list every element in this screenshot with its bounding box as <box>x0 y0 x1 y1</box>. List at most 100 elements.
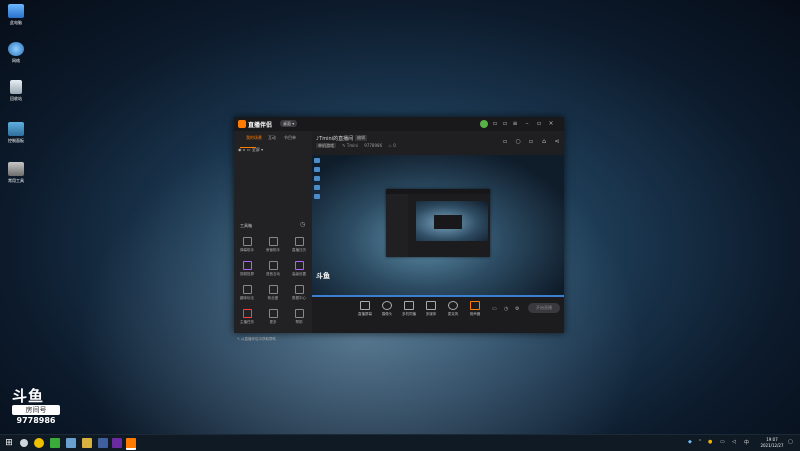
message-icon[interactable]: ▫ <box>502 121 508 127</box>
live-companion-window: 直播伴侣 桌面 ▾ ▫ ▫ ≡ – ▫ × 我的场景 互动 节目单 ◉ ▫ ▭ … <box>234 117 564 341</box>
left-panel: 我的场景 互动 节目单 ◉ ▫ ▭ 全屏 ▾ 工具箱 ◷ 弹幕助手 房管助手 直… <box>234 131 312 341</box>
share-icon[interactable]: ⋖ <box>554 139 560 145</box>
data-icon <box>294 285 304 294</box>
start-button[interactable]: ⊞ <box>4 438 14 448</box>
room-category[interactable]: 单机游戏 <box>316 143 336 148</box>
record-toggle-icon[interactable]: ▭ <box>492 306 497 312</box>
tool-label: 趣味玩法 <box>240 296 254 300</box>
avatar[interactable] <box>480 120 488 128</box>
source-media-button[interactable]: 多媒体 <box>420 301 442 317</box>
fans-icon <box>268 285 278 294</box>
tool-task[interactable]: 主播任务 <box>236 309 258 325</box>
start-live-button[interactable]: 开始直播 <box>528 303 560 313</box>
desktop-icon-tools[interactable]: 常用工具 <box>2 162 30 184</box>
tray-app-icon[interactable]: ● <box>708 439 712 445</box>
settings-icon <box>294 261 304 270</box>
tool-fans[interactable]: 粉丝团 <box>262 285 284 301</box>
source-camera-button[interactable]: 摄像头 <box>376 301 398 317</box>
toolbox-settings-icon[interactable]: ◷ <box>300 221 305 228</box>
file-explorer-icon[interactable] <box>82 438 92 448</box>
scene-name: 全屏 ▾ <box>251 147 264 152</box>
clock[interactable]: 19:07 2021/12/27 <box>760 437 784 449</box>
tools-icon <box>8 162 24 176</box>
desktop-icon-recycle-bin[interactable]: 回收站 <box>2 80 30 102</box>
room-edit-tag[interactable]: 编辑 <box>355 135 367 141</box>
recycle-bin-icon <box>10 80 22 94</box>
source-screen-button[interactable]: 直播屏幕 <box>354 301 376 317</box>
tool-play[interactable]: 趣味玩法 <box>236 285 258 301</box>
tool-danmaku[interactable]: 弹幕助手 <box>236 237 258 253</box>
screenshot-icon[interactable]: ▫ <box>502 139 508 145</box>
tray-bluetooth-icon[interactable]: ◆ <box>688 439 692 445</box>
stream-preview[interactable]: 斗鱼 <box>312 155 564 297</box>
tool-help[interactable]: 帮助 <box>288 309 310 325</box>
source-label: 摄像头 <box>381 312 393 316</box>
close-icon[interactable]: × <box>548 121 554 127</box>
room-number: 9778986 <box>364 143 383 148</box>
tab-interact[interactable]: 互动 <box>268 135 276 141</box>
tray-network-icon[interactable]: ▭ <box>720 439 725 445</box>
tool-data[interactable]: 数据中心 <box>288 285 310 301</box>
menu-icon[interactable]: ≡ <box>512 121 518 127</box>
tool-more[interactable]: 更多 <box>262 309 284 325</box>
wechat-icon[interactable] <box>50 438 60 448</box>
mic-icon <box>448 301 458 310</box>
tool-label: 粉丝团 <box>267 296 279 300</box>
live-companion-taskbar-icon[interactable] <box>126 438 136 450</box>
home-icon[interactable]: ⌂ <box>541 139 547 145</box>
nested-window-toolbar <box>416 243 488 253</box>
tool-label: 弹幕助手 <box>240 248 254 252</box>
tool-settings[interactable]: 高级设置 <box>288 261 310 277</box>
qq-icon[interactable] <box>66 438 76 448</box>
eye-icon[interactable]: ◉ <box>238 147 242 152</box>
maximize-icon[interactable]: ▫ <box>536 121 542 127</box>
tool-voice[interactable]: 语音互动 <box>262 261 284 277</box>
record-icon[interactable]: ○ <box>515 139 521 145</box>
tool-label: 高级设置 <box>292 272 306 276</box>
skin-icon[interactable]: ▫ <box>492 121 498 127</box>
help-link[interactable]: ✎ 从直播伴侣中获取帮助 <box>237 337 276 342</box>
tool-calendar[interactable]: 直播日历 <box>288 237 310 253</box>
title-bar[interactable]: 直播伴侣 桌面 ▾ ▫ ▫ ≡ – ▫ × <box>234 117 564 131</box>
speaker-button[interactable]: 扬声器 <box>464 301 486 317</box>
tray-volume-icon[interactable]: ◁ <box>732 439 736 445</box>
tool-label: 主播任务 <box>240 320 254 324</box>
microphone-button[interactable]: 麦克风 <box>442 301 464 317</box>
minimize-icon[interactable]: – <box>524 121 530 127</box>
app-icon[interactable] <box>98 438 108 448</box>
source-label: 扬声器 <box>469 312 481 316</box>
desktop-icon-label: 网络 <box>12 58 20 63</box>
tray-arrow-icon[interactable]: ⌃ <box>698 439 702 445</box>
settings-gear-icon[interactable]: ⚙ <box>515 306 519 312</box>
tray-input-icon[interactable]: 中 <box>744 439 749 446</box>
tool-admin[interactable]: 房管助手 <box>262 237 284 253</box>
browser-icon[interactable] <box>34 438 44 448</box>
nested-window-sidebar <box>386 194 408 257</box>
watermark-room-number: 9778986 <box>16 416 56 425</box>
desktop-icon-control-panel[interactable]: 控制面板 <box>2 122 30 144</box>
desktop-icon-computer[interactable]: 此电脑 <box>2 4 30 26</box>
scene-tabs: 我的场景 互动 节目单 <box>240 135 310 143</box>
desktop-icon-label: 常用工具 <box>8 178 24 183</box>
source-label: 麦克风 <box>447 312 459 316</box>
display-icon: ▭ <box>246 147 251 152</box>
lock-icon[interactable]: ▫ <box>243 147 246 152</box>
taskbar: ⊞ ◆ ⌃ ● ▭ ◁ 中 19:07 2021/12/27 ▢ <box>0 434 800 451</box>
tab-program[interactable]: 节目单 <box>284 135 296 141</box>
timer-icon[interactable]: ◷ <box>504 306 508 312</box>
danmaku-icon <box>242 237 252 246</box>
douyu-watermark: 斗鱼 房间号 9778986 <box>12 388 60 425</box>
camera-icon <box>382 301 392 310</box>
media-icon <box>426 301 436 310</box>
tool-cast[interactable]: 视频投屏 <box>236 261 258 277</box>
more-icon <box>268 309 278 318</box>
source-multi-button[interactable]: 多机同播 <box>398 301 420 317</box>
search-icon[interactable] <box>20 439 28 447</box>
tab-my-scenes[interactable]: 我的场景 <box>246 135 262 141</box>
media-player-icon[interactable] <box>112 438 122 448</box>
scene-row[interactable]: ◉ ▫ ▭ 全屏 ▾ <box>238 147 263 153</box>
gift-icon[interactable]: ▫ <box>528 139 534 145</box>
desktop-icon-network[interactable]: 网络 <box>2 42 30 64</box>
notification-icon[interactable]: ▢ <box>788 439 793 445</box>
mode-dropdown[interactable]: 桌面 ▾ <box>280 120 298 127</box>
